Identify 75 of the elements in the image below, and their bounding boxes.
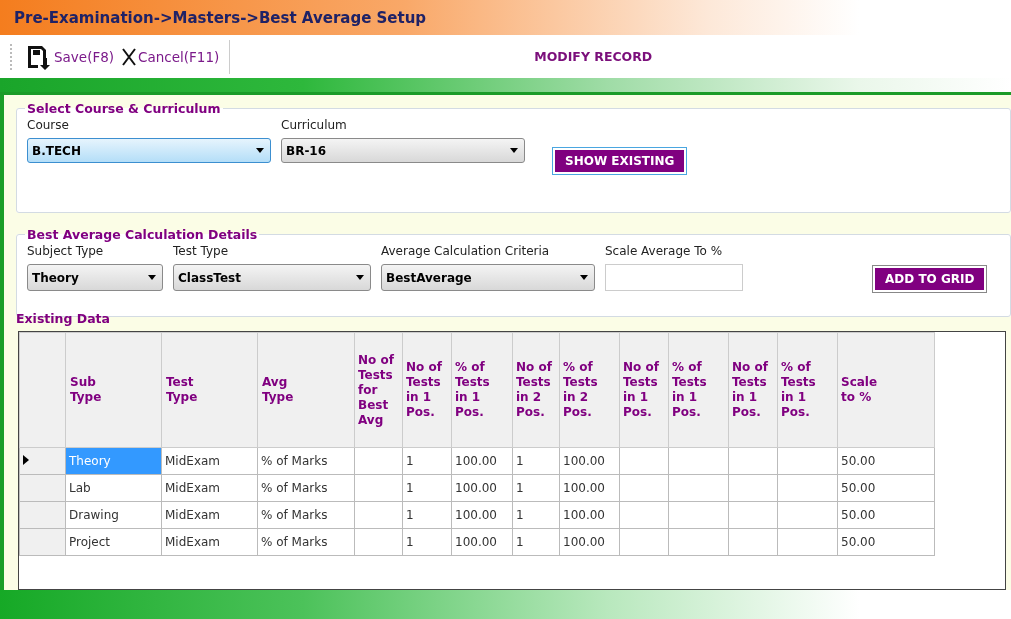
cancel-button[interactable]: Cancel(F11) (120, 47, 222, 66)
dropdown[interactable]: ClassTest (173, 264, 371, 291)
column-header[interactable]: % of Tests in 1 Pos. (777, 332, 838, 448)
table-cell: 100.00 (455, 481, 497, 495)
table-cell: Lab (69, 481, 91, 495)
column-header[interactable]: No of Tests in 1 Pos. (728, 332, 778, 448)
table-cell: 1 (516, 508, 524, 522)
table-cell: % of Marks (261, 454, 328, 468)
caret-icon (256, 148, 264, 153)
section-title: Existing Data (16, 311, 110, 328)
group-title: Best Average Calculation Details (26, 227, 259, 242)
table-cell: 100.00 (563, 481, 605, 495)
table-cell: 1 (516, 535, 524, 549)
column-header[interactable]: No of Tests in 1 Pos. (619, 332, 669, 448)
table-cell: 1 (406, 508, 414, 522)
table-cell: % of Marks (261, 508, 328, 522)
column-header[interactable]: No of Tests in 2 Pos. (512, 332, 560, 448)
table-cell: 1 (406, 535, 414, 549)
table-cell: Project (69, 535, 111, 549)
field-label: Test Type (173, 244, 229, 258)
table-cell: 100.00 (455, 508, 497, 522)
input-field[interactable] (605, 264, 743, 291)
table-cell: 1 (406, 454, 414, 468)
column-header[interactable]: No of Tests in 1 Pos. (402, 332, 452, 448)
field-label: Subject Type (27, 244, 105, 258)
table-cell: 50.00 (841, 508, 876, 522)
field-label: Curriculum (281, 118, 348, 132)
window-title: Pre-Examination->Masters->Best Average Setup (14, 8, 427, 27)
table-cell: MidExam (165, 481, 221, 495)
table-cell: 100.00 (455, 454, 497, 468)
group-title: Select Course & Curriculum (26, 101, 222, 116)
table-cell: 100.00 (563, 454, 605, 468)
field-label: Average Calculation Criteria (381, 244, 551, 258)
table-cell: 50.00 (841, 454, 876, 468)
save-button[interactable]: Save(F8) (24, 43, 117, 70)
field-label: Scale Average To % (605, 244, 724, 258)
dropdown[interactable]: BR-16 (281, 138, 525, 163)
column-header[interactable]: Test Type (161, 332, 258, 448)
current-row-icon (23, 455, 29, 465)
close-icon (122, 47, 137, 66)
table-cell: 50.00 (841, 535, 876, 549)
column-header[interactable]: Sub Type (65, 332, 162, 448)
column-header[interactable]: No of Tests for Best Avg (354, 332, 403, 448)
table-cell: MidExam (165, 508, 221, 522)
table-cell: MidExam (165, 535, 221, 549)
table-cell: 100.00 (563, 508, 605, 522)
table-cell: Drawing (69, 508, 119, 522)
table-cell: % of Marks (261, 535, 328, 549)
dropdown[interactable]: B.TECH (27, 138, 271, 163)
row-header[interactable] (19, 447, 66, 475)
table-cell: Theory (69, 454, 111, 468)
field-label: Course (27, 118, 70, 132)
table-cell: MidExam (165, 454, 221, 468)
caret-icon (148, 275, 156, 280)
caret-icon (510, 148, 518, 153)
table-cell: 1 (516, 454, 524, 468)
table-cell: 100.00 (455, 535, 497, 549)
table-cell: 50.00 (841, 481, 876, 495)
add-to-grid-button[interactable]: ADD TO GRID (873, 266, 987, 292)
dropdown[interactable]: BestAverage (381, 264, 595, 291)
show-existing-button[interactable]: SHOW EXISTING (553, 148, 687, 174)
column-header[interactable]: Avg Type (257, 332, 355, 448)
caret-icon (580, 275, 588, 280)
column-header[interactable]: % of Tests in 1 Pos. (668, 332, 729, 448)
table-cell: 1 (406, 481, 414, 495)
column-header[interactable]: Scale to % (837, 332, 935, 448)
column-header[interactable]: % of Tests in 2 Pos. (559, 332, 620, 448)
mode-label: MODIFY RECORD (534, 49, 653, 64)
column-header[interactable]: % of Tests in 1 Pos. (451, 332, 513, 448)
dropdown[interactable]: Theory (27, 264, 163, 291)
table-cell: 1 (516, 481, 524, 495)
save-icon (26, 43, 52, 70)
table-cell: % of Marks (261, 481, 328, 495)
table-cell: 100.00 (563, 535, 605, 549)
caret-icon (356, 275, 364, 280)
